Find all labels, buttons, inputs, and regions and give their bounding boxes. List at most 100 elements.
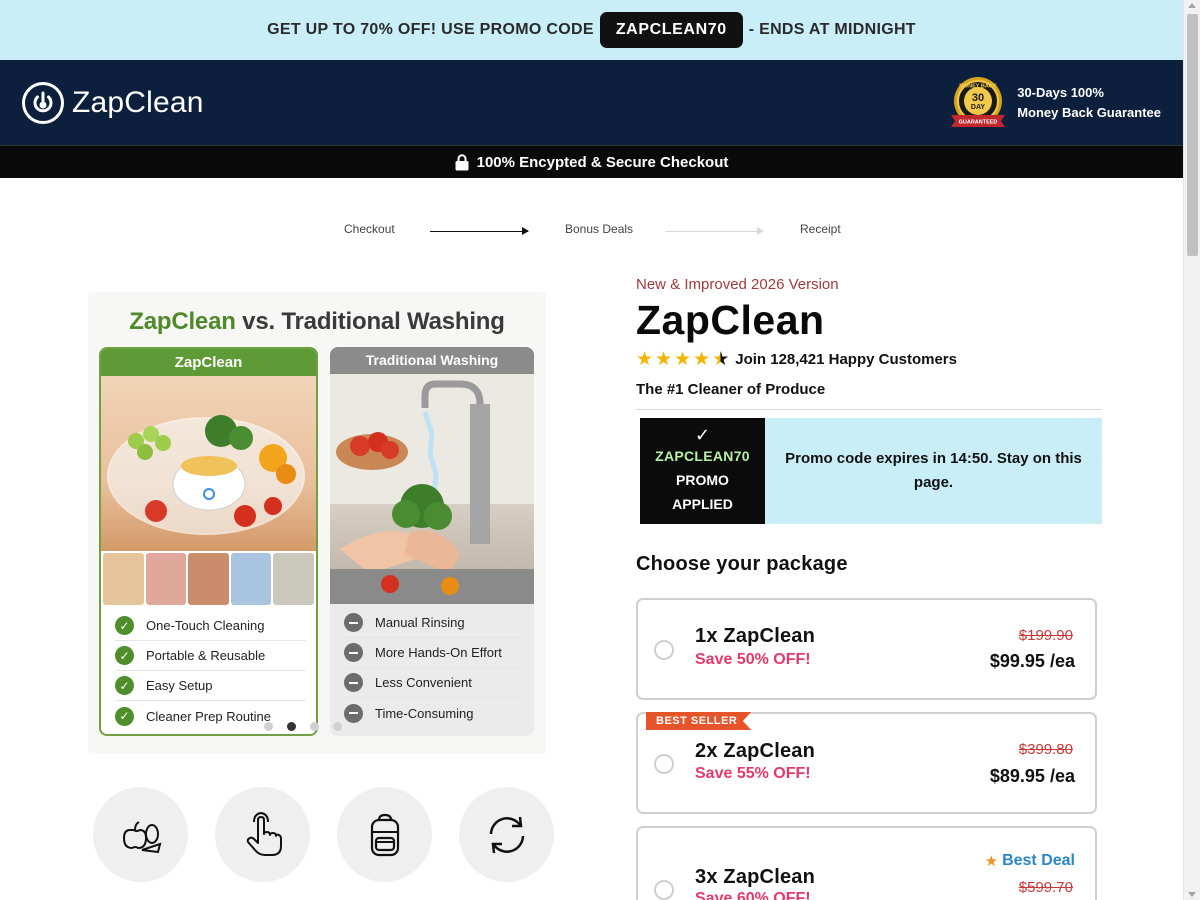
checkout-steps: Checkout Bonus Deals Receipt <box>0 222 1183 242</box>
promo-applied-box: ✓ ZAPCLEAN70 PROMO APPLIED Promo code ex… <box>640 418 1102 524</box>
backpack-icon <box>337 787 432 882</box>
product-title: ZapClean <box>636 297 825 343</box>
promo-expiry-message: Promo code expires in 14:50. Stay on thi… <box>765 418 1102 524</box>
zapclean-feature: ✓ Easy Setup <box>115 671 306 701</box>
package-option-3x[interactable]: 3x ZapClean Save 60% OFF! ★ Best Deal $59… <box>636 826 1097 900</box>
zapclean-bowl-photo <box>101 376 316 551</box>
rating-row: ★ ★ ★ ★ ★ Join 128,421 Happy Customers <box>636 350 1102 369</box>
comparison-title: ZapClean vs. Traditional Washing <box>88 308 546 336</box>
secure-checkout-bar: 100% Encypted & Secure Checkout <box>0 145 1183 178</box>
package-radio[interactable] <box>654 754 674 774</box>
half-star-icon: ★ <box>712 349 730 370</box>
package-old-price: $199.90 <box>1018 627 1073 644</box>
comparison-image[interactable]: ZapClean vs. Traditional Washing ZapClea… <box>88 292 546 754</box>
traditional-feature: Time-Consuming <box>344 698 524 728</box>
logo[interactable]: ZapClean <box>22 81 204 124</box>
scrollbar-thumb[interactable] <box>1187 14 1198 256</box>
minus-icon <box>344 613 363 632</box>
traditional-feature-list: Manual Rinsing More Hands-On Effort Less… <box>330 604 534 728</box>
zapclean-column: ZapClean ✓ One-Touch Cleaning ✓ Portable… <box>99 347 318 736</box>
package-heading: Choose your package <box>636 553 848 575</box>
package-option-1x[interactable]: 1x ZapClean Save 50% OFF! $199.90 $99.95… <box>636 598 1097 700</box>
badge-line2: 30 <box>972 92 984 104</box>
site-header: ZapClean MONEY BACK 30 DAY GUARANTEED 30… <box>0 60 1183 145</box>
tap-washing-photo <box>330 374 534 604</box>
logo-power-icon <box>22 81 64 124</box>
version-label: New & Improved 2026 Version <box>636 276 839 293</box>
checkmark-icon: ✓ <box>694 425 711 445</box>
star-rating: ★ ★ ★ ★ ★ <box>636 350 729 369</box>
star-icon: ★ <box>655 349 673 370</box>
star-icon: ★ <box>984 853 999 870</box>
traditional-column-heading: Traditional Washing <box>330 347 534 374</box>
package-savings: Save 50% OFF! <box>695 651 811 668</box>
zapclean-feature: ✓ One-Touch Cleaning <box>115 611 306 641</box>
promo-status-line1: PROMO <box>676 472 729 488</box>
traditional-feature: More Hands-On Effort <box>344 638 524 668</box>
check-icon: ✓ <box>115 706 134 726</box>
package-radio[interactable] <box>654 640 674 660</box>
best-seller-ribbon: BEST SELLER <box>646 712 752 730</box>
guarantee-text: 30-Days 100% Money Back Guarantee <box>1017 83 1161 123</box>
package-name: 1x ZapClean <box>695 625 816 647</box>
carousel-dot[interactable] <box>264 722 273 731</box>
minus-icon <box>344 643 363 662</box>
package-savings: Save 55% OFF! <box>695 765 811 782</box>
badge-line1: MONEY BACK <box>959 83 997 89</box>
product-details: New & Improved 2026 Version ZapClean ★ ★… <box>636 276 1102 576</box>
badge-line3: DAY <box>971 104 985 111</box>
zapclean-feature: ✓ Portable & Reusable <box>115 641 306 671</box>
minus-icon <box>344 703 363 723</box>
traditional-feature: Manual Rinsing <box>344 608 524 638</box>
secure-checkout-text: 100% Encypted & Secure Checkout <box>476 153 729 171</box>
reuse-arrows-icon <box>459 787 554 882</box>
package-radio[interactable] <box>654 880 674 900</box>
feature-icons-row <box>93 787 554 882</box>
star-icon: ★ <box>693 349 711 370</box>
zapclean-column-heading: ZapClean <box>101 349 316 376</box>
promo-applied-badge: ✓ ZAPCLEAN70 PROMO APPLIED <box>640 418 765 524</box>
zapclean-thumbnail-strip <box>101 551 316 607</box>
best-deal-label: ★ Best Deal <box>984 852 1075 870</box>
vertical-scrollbar[interactable] <box>1183 0 1200 900</box>
promo-code-pill[interactable]: ZAPCLEAN70 <box>599 12 743 48</box>
tap-hand-icon <box>215 787 310 882</box>
carousel-dot-active[interactable] <box>287 722 296 731</box>
package-old-price: $599.70 <box>1018 879 1073 896</box>
product-tagline: The #1 Cleaner of Produce <box>636 381 1102 410</box>
traditional-feature: Less Convenient <box>344 668 524 698</box>
guarantee-seal-icon: MONEY BACK 30 DAY GUARANTEED <box>947 75 1009 131</box>
promo-banner-text-after: - ENDS AT MIDNIGHT <box>748 21 916 38</box>
step-bonus-deals: Bonus Deals <box>565 222 634 236</box>
package-savings: Save 60% OFF! <box>695 890 811 900</box>
carousel-dot[interactable] <box>310 722 319 731</box>
comparison-title-rest: vs. Traditional Washing <box>242 308 505 335</box>
package-option-2x[interactable]: BEST SELLER 2x ZapClean Save 55% OFF! $3… <box>636 712 1097 814</box>
package-price: $99.95 /ea <box>989 651 1075 671</box>
scroll-up-arrow-icon[interactable] <box>1188 3 1196 8</box>
scroll-down-arrow-icon[interactable] <box>1188 892 1196 897</box>
package-name: 2x ZapClean <box>695 740 816 762</box>
check-icon: ✓ <box>115 676 134 695</box>
applied-promo-code: ZAPCLEAN70 <box>655 448 750 464</box>
package-name: 3x ZapClean <box>695 866 816 888</box>
money-back-guarantee: MONEY BACK 30 DAY GUARANTEED 30-Days 100… <box>947 75 1161 131</box>
logo-text: ZapClean <box>72 85 204 119</box>
minus-icon <box>344 673 363 692</box>
promo-banner: GET UP TO 70% OFF! USE PROMO CODE ZAPCLE… <box>0 0 1183 60</box>
step-arrow-1 <box>430 227 529 235</box>
page-content: GET UP TO 70% OFF! USE PROMO CODE ZAPCLE… <box>0 0 1183 900</box>
promo-status-line2: APPLIED <box>672 496 733 512</box>
zapclean-feature-list: ✓ One-Touch Cleaning ✓ Portable & Reusable… <box>101 607 316 731</box>
package-old-price: $399.80 <box>1018 741 1073 758</box>
step-arrow-2 <box>665 227 764 235</box>
check-icon: ✓ <box>115 616 134 635</box>
carousel-dot[interactable] <box>333 722 342 731</box>
star-icon: ★ <box>674 349 692 370</box>
checkout-page: GET UP TO 70% OFF! USE PROMO CODE ZAPCLE… <box>0 0 1200 900</box>
comparison-title-brand: ZapClean <box>129 308 236 335</box>
promo-banner-text-before: GET UP TO 70% OFF! USE PROMO CODE <box>267 21 594 38</box>
carousel-dots <box>264 722 342 731</box>
rating-text: Join 128,421 Happy Customers <box>735 351 957 368</box>
step-checkout: Checkout <box>344 222 395 236</box>
